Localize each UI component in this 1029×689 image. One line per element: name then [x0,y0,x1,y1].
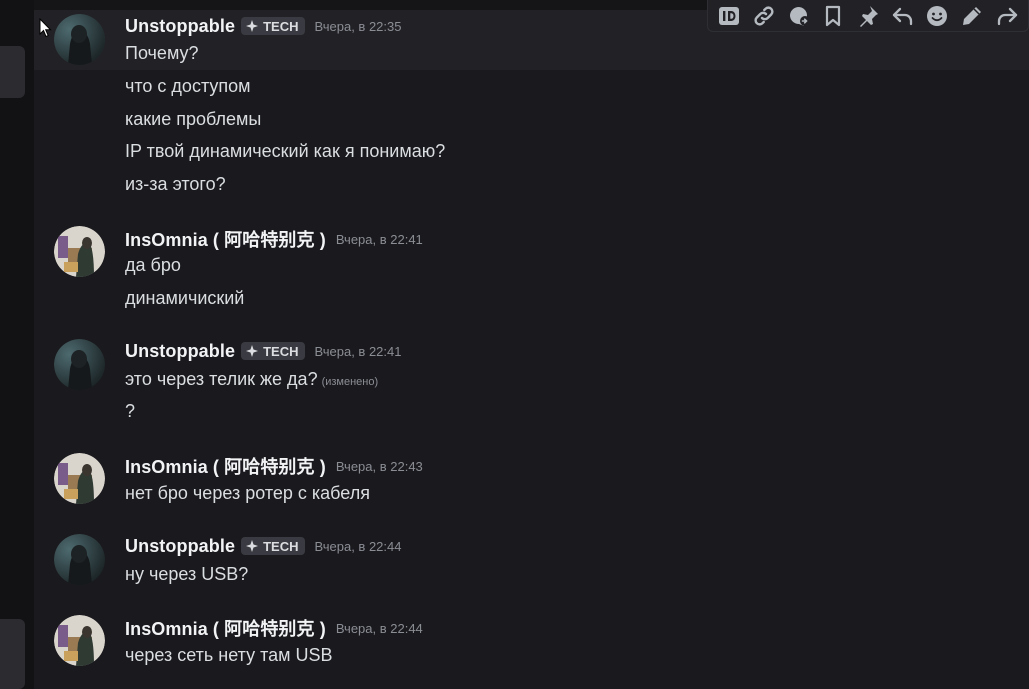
username[interactable]: InsOmnia ( 阿哈特别克 ) [125,226,326,252]
tag-label: TECH [263,18,299,34]
message-text: да бро [125,255,181,275]
timestamp[interactable]: Вчера, в 22:43 [336,459,423,474]
username[interactable]: InsOmnia ( 阿哈特别克 ) [125,615,326,641]
message-header: InsOmnia ( 阿哈特别克 ) Вчера, в 22:44 [125,617,423,639]
pin-button[interactable] [854,2,882,30]
message-text: через сеть нету там USB [125,645,333,665]
username[interactable]: Unstoppable [125,341,235,362]
avatar[interactable] [54,14,105,65]
tag-label: TECH [263,343,299,359]
username[interactable]: Unstoppable [125,536,235,557]
message-text: из-за этого? [125,174,226,194]
guild-tag-badge[interactable]: TECH [241,537,305,555]
emoji-icon [927,5,948,26]
avatar[interactable] [54,226,105,277]
message-text: нет бро через ротер с кабеля [125,483,370,503]
pin-icon [859,5,878,27]
bookmark-icon [826,5,841,26]
message-header: Unstoppable TECH Вчера, в 22:35 [125,15,401,37]
create-thread-button[interactable] [785,2,813,30]
link-icon [754,5,774,26]
message-text: что с доступом [125,76,251,96]
guild-tag-badge[interactable]: TECH [241,342,305,360]
timestamp[interactable]: Вчера, в 22:41 [315,344,402,359]
message-text: какие проблемы [125,109,262,129]
avatar[interactable] [54,534,105,585]
tag-icon [246,345,259,357]
avatar[interactable] [54,615,105,666]
forward-button[interactable] [993,2,1021,30]
timestamp[interactable]: Вчера, в 22:44 [336,621,423,636]
message-text: IP твой динамический как я понимаю? [125,141,446,161]
left-sidebar-rail [0,0,34,689]
sidebar-item-selected[interactable] [0,46,25,98]
tag-icon [246,540,259,552]
reply-icon [892,7,912,25]
timestamp[interactable]: Вчера, в 22:35 [315,19,402,34]
copy-id-button[interactable] [715,2,743,30]
message-header: Unstoppable TECH Вчера, в 22:44 [125,535,401,557]
reply-button[interactable] [889,2,917,30]
tag-icon [246,20,259,32]
tag-label: TECH [263,538,299,554]
forward-icon [997,7,1017,25]
add-reaction-button[interactable] [923,2,951,30]
avatar[interactable] [54,453,105,504]
message-header: Unstoppable TECH Вчера, в 22:41 [125,340,401,362]
mouse-cursor-icon [39,18,52,38]
message-content: это через телик же да? [125,369,318,389]
sidebar-item[interactable] [0,619,25,689]
bookmark-button[interactable] [819,2,847,30]
edited-label: (изменено) [321,376,379,388]
username[interactable]: Unstoppable [125,16,235,37]
id-icon [719,6,740,25]
timestamp[interactable]: Вчера, в 22:44 [315,539,402,554]
copy-link-button[interactable] [750,2,778,30]
timestamp[interactable]: Вчера, в 22:41 [336,232,423,247]
message-text: динамичиский [125,288,245,308]
message-header: InsOmnia ( 阿哈特别克 ) Вчера, в 22:41 [125,228,423,250]
message-text: Почему? [125,43,199,63]
message-header: InsOmnia ( 阿哈特别克 ) Вчера, в 22:43 [125,455,423,477]
message-text: ? [125,401,136,421]
edit-button[interactable] [958,2,986,30]
message-actions-toolbar [707,0,1029,32]
message-list: Unstoppable TECH Вчера, в 22:35 Почему? … [34,0,1029,689]
edit-icon [962,6,981,25]
message-text: это через телик же да? (изменено) [125,368,378,393]
thread-reply-icon [789,6,810,26]
avatar[interactable] [54,339,105,390]
app-window: Unstoppable TECH Вчера, в 22:35 Почему? … [0,0,1029,689]
username[interactable]: InsOmnia ( 阿哈特别克 ) [125,453,326,479]
guild-tag-badge[interactable]: TECH [241,17,305,35]
message-text: ну через USB? [125,564,249,584]
